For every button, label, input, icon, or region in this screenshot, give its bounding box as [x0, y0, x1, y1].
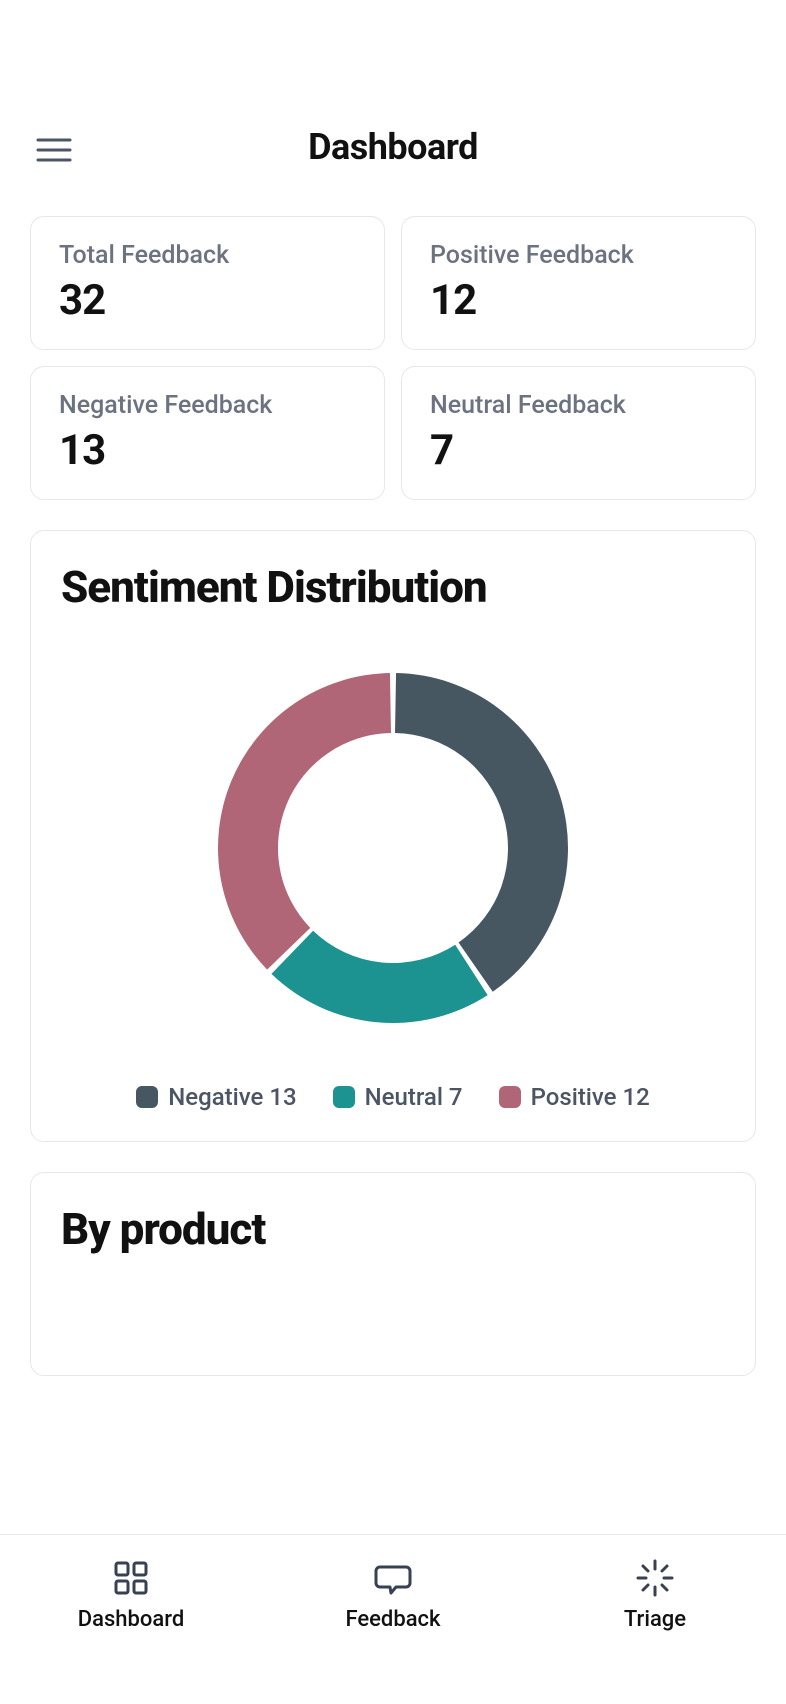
- tab-label: Dashboard: [78, 1607, 184, 1632]
- legend-item-neutral: Neutral 7: [333, 1083, 463, 1111]
- stat-value: 7: [430, 426, 727, 475]
- app-header: Dashboard: [0, 0, 786, 200]
- menu-button[interactable]: [34, 130, 74, 170]
- tab-label: Feedback: [345, 1607, 440, 1632]
- page-title: Dashboard: [308, 126, 478, 168]
- donut-chart-wrap: [61, 613, 725, 1063]
- stat-card-neutral: Neutral Feedback 7: [401, 366, 756, 500]
- stat-value: 32: [59, 276, 356, 325]
- legend-text: Positive 12: [531, 1083, 650, 1111]
- sentiment-panel: Sentiment Distribution Negative 13 Neutr…: [30, 530, 756, 1142]
- tab-feedback[interactable]: Feedback: [262, 1557, 524, 1632]
- stat-label: Total Feedback: [59, 241, 356, 270]
- hamburger-icon: [36, 136, 72, 164]
- legend-text: Neutral 7: [365, 1083, 463, 1111]
- tab-triage[interactable]: Triage: [524, 1557, 786, 1632]
- legend-swatch: [333, 1086, 355, 1108]
- by-product-panel: By product: [30, 1172, 756, 1376]
- stat-card-positive: Positive Feedback 12: [401, 216, 756, 350]
- stat-value: 13: [59, 426, 356, 475]
- by-product-title: By product: [61, 1203, 725, 1255]
- stats-grid: Total Feedback 32 Positive Feedback 12 N…: [30, 216, 756, 500]
- tab-label: Triage: [624, 1607, 686, 1632]
- stat-value: 12: [430, 276, 727, 325]
- comment-icon: [372, 1557, 414, 1599]
- legend-item-negative: Negative 13: [136, 1083, 296, 1111]
- spinner-icon: [634, 1557, 676, 1599]
- legend-text: Negative 13: [168, 1083, 296, 1111]
- tab-dashboard[interactable]: Dashboard: [0, 1557, 262, 1632]
- stat-label: Neutral Feedback: [430, 391, 727, 420]
- stat-card-total: Total Feedback 32: [30, 216, 385, 350]
- legend-swatch: [136, 1086, 158, 1108]
- dashboard-icon: [110, 1557, 152, 1599]
- donut-slice: [271, 931, 487, 1023]
- bottom-tab-bar: Dashboard Feedback Triage: [0, 1534, 786, 1704]
- donut-slice: [395, 673, 568, 992]
- stat-label: Positive Feedback: [430, 241, 727, 270]
- stat-card-negative: Negative Feedback 13: [30, 366, 385, 500]
- donut-slice: [218, 673, 391, 970]
- sentiment-panel-title: Sentiment Distribution: [61, 561, 725, 613]
- chart-legend: Negative 13 Neutral 7 Positive 12: [61, 1063, 725, 1111]
- donut-chart: [218, 673, 568, 1023]
- legend-item-positive: Positive 12: [499, 1083, 650, 1111]
- stat-label: Negative Feedback: [59, 391, 356, 420]
- legend-swatch: [499, 1086, 521, 1108]
